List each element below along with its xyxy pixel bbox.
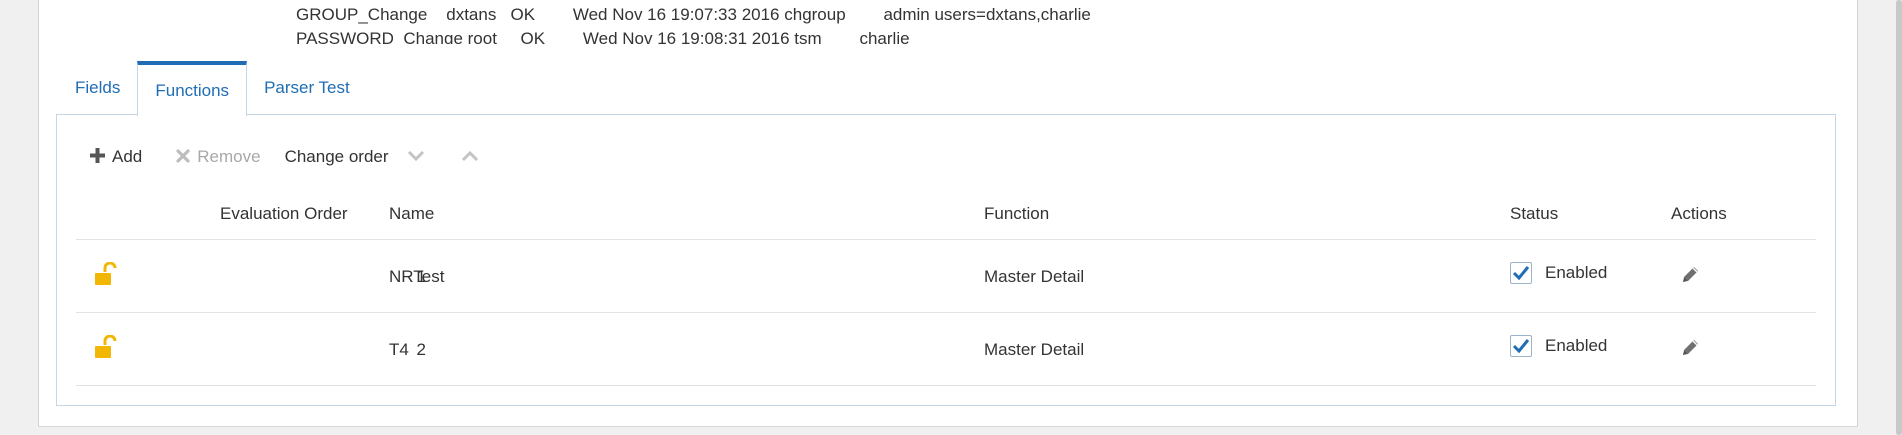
remove-button[interactable]: Remove	[176, 147, 261, 168]
table-header: Evaluation Order Name Function Status Ac…	[76, 196, 1816, 240]
function-name-cell: NRTest	[389, 267, 445, 286]
table-row[interactable]: 2 T4 Master Detail Enabled	[76, 313, 1816, 386]
enabled-label: Enabled	[1545, 263, 1608, 282]
sample-log-line-2: PASSWORD_Change root OK Wed Nov 16 19:08…	[296, 29, 910, 44]
sample-log-line-1: GROUP_Change dxtans OK Wed Nov 16 19:07:…	[296, 5, 1091, 24]
edit-pencil-icon[interactable]	[1679, 264, 1701, 291]
move-down-chevron-icon[interactable]	[407, 150, 424, 164]
edit-pencil-icon[interactable]	[1679, 337, 1701, 364]
enabled-label: Enabled	[1545, 336, 1608, 355]
unlock-icon[interactable]	[93, 334, 119, 366]
column-header-actions: Actions	[1671, 204, 1727, 223]
tab-functions[interactable]: Functions	[137, 61, 248, 116]
close-icon	[176, 147, 190, 168]
remove-button-label: Remove	[197, 147, 261, 166]
function-type-cell: Master Detail	[984, 340, 1085, 359]
table-row[interactable]: 1 NRTest Master Detail Enabled	[76, 240, 1816, 313]
column-header-function[interactable]: Function	[984, 204, 1049, 224]
column-header-status[interactable]: Status	[1510, 204, 1558, 224]
plus-icon	[90, 147, 105, 168]
functions-toolbar: Add Remove Change order	[90, 143, 495, 171]
add-button[interactable]: Add	[90, 147, 142, 168]
change-order-label: Change order	[284, 147, 389, 166]
column-header-name[interactable]: Name	[389, 204, 434, 224]
enabled-checkbox[interactable]	[1510, 262, 1532, 284]
functions-table: Evaluation Order Name Function Status Ac…	[76, 196, 1816, 386]
tab-fields[interactable]: Fields	[58, 61, 137, 115]
status-cell: Enabled	[1510, 262, 1607, 284]
evaluation-order-value: 2	[416, 340, 426, 359]
sample-log-textarea[interactable]: GROUP_Change dxtans OK Wed Nov 16 19:07:…	[282, 0, 1544, 44]
move-up-chevron-icon[interactable]	[461, 150, 478, 164]
function-type-cell: Master Detail	[984, 267, 1085, 286]
column-header-evaluation-order[interactable]: Evaluation Order	[220, 204, 348, 224]
unlock-icon[interactable]	[93, 261, 119, 293]
page-scrollbar[interactable]	[1896, 0, 1902, 435]
page-scrollbar-thumb[interactable]	[1896, 0, 1902, 435]
tab-bar: Fields Functions Parser Test	[58, 61, 367, 116]
enabled-checkbox[interactable]	[1510, 335, 1532, 357]
tab-parser-test[interactable]: Parser Test	[247, 61, 367, 115]
function-name-cell: T4	[389, 340, 409, 359]
add-button-label: Add	[112, 147, 143, 166]
status-cell: Enabled	[1510, 335, 1607, 357]
